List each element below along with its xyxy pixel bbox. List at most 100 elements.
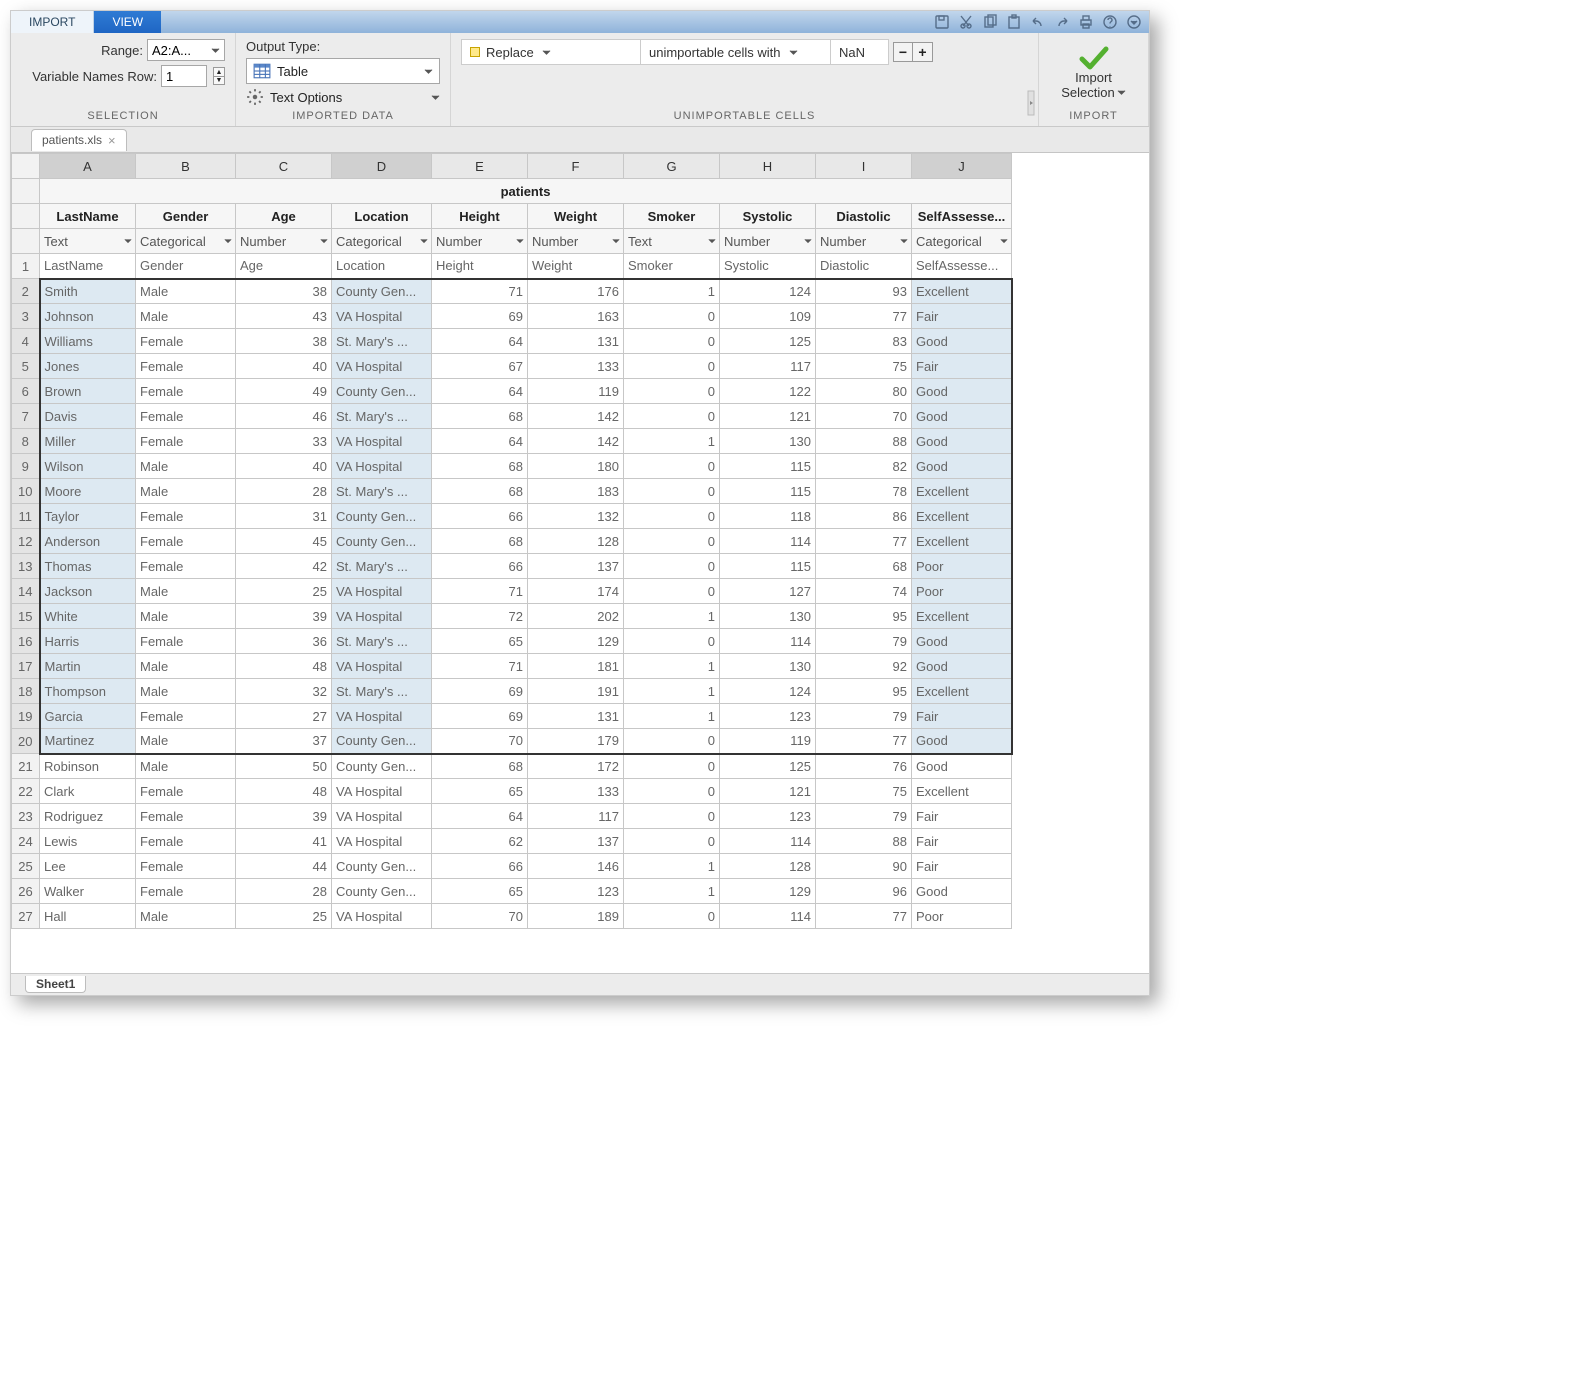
data-cell[interactable]: VA Hospital (332, 904, 432, 929)
data-cell[interactable]: 95 (816, 604, 912, 629)
data-cell[interactable]: Male (136, 604, 236, 629)
data-cell[interactable]: 179 (528, 729, 624, 754)
data-cell[interactable]: Jackson (40, 579, 136, 604)
data-cell[interactable]: 0 (624, 329, 720, 354)
data-cell[interactable]: 42 (236, 554, 332, 579)
column-letter[interactable]: E (432, 154, 528, 179)
text-options-button[interactable]: Text Options (246, 88, 440, 106)
row-number[interactable]: 16 (12, 629, 40, 654)
variable-type-dropdown[interactable]: Number (720, 229, 816, 254)
data-cell[interactable]: 75 (816, 354, 912, 379)
spinner-down-icon[interactable]: ▼ (213, 76, 225, 85)
data-cell[interactable]: Poor (912, 904, 1012, 929)
data-cell[interactable]: VA Hospital (332, 579, 432, 604)
data-cell[interactable]: 163 (528, 304, 624, 329)
data-cell[interactable]: Male (136, 479, 236, 504)
variable-name[interactable]: Height (432, 204, 528, 229)
data-cell[interactable]: 0 (624, 729, 720, 754)
header-cell[interactable]: Systolic (720, 254, 816, 279)
varnames-row-spinner[interactable]: ▲ ▼ (213, 67, 225, 85)
data-cell[interactable]: 83 (816, 329, 912, 354)
data-cell[interactable]: Moore (40, 479, 136, 504)
data-cell[interactable]: Female (136, 829, 236, 854)
data-cell[interactable]: Fair (912, 354, 1012, 379)
data-cell[interactable]: 1 (624, 654, 720, 679)
data-cell[interactable]: Male (136, 904, 236, 929)
variable-name[interactable]: LastName (40, 204, 136, 229)
tab-view[interactable]: VIEW (94, 11, 161, 33)
data-cell[interactable]: 77 (816, 304, 912, 329)
data-cell[interactable]: 62 (432, 829, 528, 854)
data-cell[interactable]: County Gen... (332, 729, 432, 754)
sheet-tab[interactable]: Sheet1 (25, 976, 86, 993)
data-cell[interactable]: Good (912, 654, 1012, 679)
data-cell[interactable]: Good (912, 429, 1012, 454)
data-cell[interactable]: 36 (236, 629, 332, 654)
chevron-down-icon[interactable] (789, 48, 798, 57)
data-cell[interactable]: 79 (816, 629, 912, 654)
data-cell[interactable]: Lewis (40, 829, 136, 854)
data-cell[interactable]: Excellent (912, 529, 1012, 554)
row-number[interactable]: 21 (12, 754, 40, 779)
data-cell[interactable]: White (40, 604, 136, 629)
rule-value-field[interactable]: NaN (831, 39, 889, 65)
data-cell[interactable]: Rodriguez (40, 804, 136, 829)
data-cell[interactable]: 109 (720, 304, 816, 329)
data-cell[interactable]: VA Hospital (332, 804, 432, 829)
data-cell[interactable]: 189 (528, 904, 624, 929)
data-cell[interactable]: Miller (40, 429, 136, 454)
data-cell[interactable]: Good (912, 729, 1012, 754)
chevron-down-icon[interactable] (1000, 237, 1008, 245)
data-cell[interactable]: 0 (624, 904, 720, 929)
data-cell[interactable]: Male (136, 579, 236, 604)
data-cell[interactable]: 128 (528, 529, 624, 554)
data-cell[interactable]: 28 (236, 479, 332, 504)
data-cell[interactable]: 176 (528, 279, 624, 304)
data-cell[interactable]: 64 (432, 804, 528, 829)
data-cell[interactable]: Brown (40, 379, 136, 404)
data-cell[interactable]: 0 (624, 754, 720, 779)
data-cell[interactable]: 65 (432, 879, 528, 904)
data-cell[interactable]: 49 (236, 379, 332, 404)
variable-name[interactable]: Systolic (720, 204, 816, 229)
data-cell[interactable]: 31 (236, 504, 332, 529)
corner-cell[interactable] (12, 154, 40, 179)
chevron-down-icon[interactable] (1117, 88, 1126, 97)
data-cell[interactable]: 50 (236, 754, 332, 779)
data-cell[interactable]: 69 (432, 679, 528, 704)
data-cell[interactable]: 128 (720, 854, 816, 879)
data-cell[interactable]: Female (136, 379, 236, 404)
data-cell[interactable]: 40 (236, 454, 332, 479)
column-letter[interactable]: C (236, 154, 332, 179)
data-cell[interactable]: 79 (816, 804, 912, 829)
data-cell[interactable]: 80 (816, 379, 912, 404)
variable-type-dropdown[interactable]: Categorical (136, 229, 236, 254)
data-cell[interactable]: 69 (432, 304, 528, 329)
redo-icon[interactable] (1053, 13, 1071, 31)
data-cell[interactable]: 1 (624, 879, 720, 904)
data-cell[interactable]: 133 (528, 779, 624, 804)
row-number[interactable]: 18 (12, 679, 40, 704)
data-cell[interactable]: Female (136, 554, 236, 579)
chevron-down-icon[interactable] (420, 237, 428, 245)
collapse-rules-icon[interactable] (1026, 89, 1036, 117)
column-letter[interactable]: J (912, 154, 1012, 179)
data-cell[interactable]: 174 (528, 579, 624, 604)
data-cell[interactable]: 137 (528, 554, 624, 579)
data-cell[interactable]: 25 (236, 904, 332, 929)
data-cell[interactable]: Fair (912, 804, 1012, 829)
data-cell[interactable]: Poor (912, 579, 1012, 604)
header-cell[interactable]: Height (432, 254, 528, 279)
variable-name[interactable]: Weight (528, 204, 624, 229)
data-cell[interactable]: 1 (624, 429, 720, 454)
chevron-down-icon[interactable] (542, 48, 551, 57)
data-cell[interactable]: 129 (720, 879, 816, 904)
variable-type-dropdown[interactable]: Number (816, 229, 912, 254)
row-number[interactable]: 15 (12, 604, 40, 629)
row-number[interactable]: 23 (12, 804, 40, 829)
chevron-down-icon[interactable] (224, 237, 232, 245)
data-cell[interactable]: 114 (720, 829, 816, 854)
data-cell[interactable]: 114 (720, 904, 816, 929)
header-cell[interactable]: Gender (136, 254, 236, 279)
spreadsheet[interactable]: ABCDEFGHIJpatientsLastNameGenderAgeLocat… (11, 153, 1149, 973)
